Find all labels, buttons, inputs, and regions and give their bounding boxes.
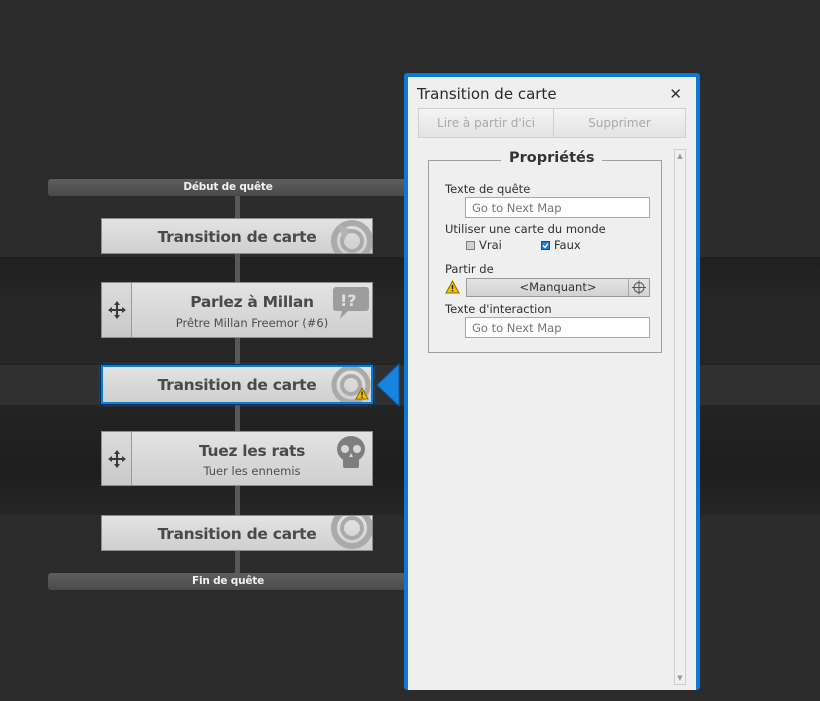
scroll-down-icon[interactable]: ▼ (675, 674, 685, 682)
move-icon (108, 301, 126, 319)
quest-node-kill[interactable]: Tuez les rats Tuer les ennemis (101, 431, 373, 486)
quest-start-bar: Début de quête (48, 179, 408, 196)
option-true-label: Vrai (479, 238, 502, 252)
scroll-up-icon[interactable]: ▲ (675, 152, 685, 160)
dialog-icon: !? (333, 287, 369, 319)
option-false-label: Faux (554, 238, 581, 252)
quest-text-label: Texte de quête (445, 182, 531, 196)
drag-handle[interactable] (102, 283, 132, 337)
quest-end-bar: Fin de quête (48, 573, 408, 590)
properties-group: Propriétés Texte de quête Utiliser une c… (428, 150, 662, 353)
quest-node-map-transition[interactable]: Transition de carte (101, 218, 373, 254)
quest-node-talk[interactable]: Parlez à Millan Prêtre Millan Freemor (#… (101, 282, 373, 338)
svg-text:!?: !? (340, 291, 357, 310)
properties-heading: Propriétés (501, 150, 603, 166)
properties-panel-body: Transition de carte ✕ Lire à partir d'ic… (408, 77, 696, 690)
crosshair-icon (632, 280, 646, 295)
properties-panel: Transition de carte ✕ Lire à partir d'ic… (404, 73, 700, 690)
warning-icon (355, 387, 369, 400)
interaction-text-label: Texte d'interaction (445, 302, 552, 316)
connector-line (235, 196, 240, 218)
start-from-value: <Manquant> (519, 280, 597, 294)
map-transition-icon (331, 220, 372, 253)
check-icon (542, 243, 549, 249)
quest-node-map-transition-selected[interactable]: Transition de carte (101, 365, 373, 404)
skull-icon (337, 436, 365, 468)
connector-line (235, 403, 240, 431)
target-picker-button[interactable] (628, 279, 649, 296)
close-icon[interactable]: ✕ (669, 85, 682, 103)
move-icon (108, 449, 126, 468)
world-map-label: Utiliser une carte du monde (445, 222, 606, 236)
warning-icon (445, 280, 460, 294)
delete-button[interactable]: Supprimer (553, 108, 686, 138)
drag-handle[interactable] (102, 432, 132, 485)
connector-line (235, 338, 240, 366)
connector-line (235, 254, 240, 282)
play-from-here-button[interactable]: Lire à partir d'ici (418, 108, 554, 138)
quest-node-map-transition[interactable]: Transition de carte (101, 515, 373, 551)
start-from-select[interactable]: <Manquant> (466, 278, 650, 297)
quest-text-input[interactable] (465, 197, 650, 218)
panel-scrollbar[interactable]: ▲ ▼ (674, 149, 686, 685)
start-from-label: Partir de (445, 262, 494, 276)
panel-title: Transition de carte (417, 85, 557, 103)
interaction-text-input[interactable] (465, 317, 650, 338)
world-map-false-checkbox[interactable] (541, 241, 550, 250)
world-map-true-checkbox[interactable] (466, 241, 475, 250)
connector-line (235, 486, 240, 515)
selection-arrow (376, 362, 400, 408)
connector-line (235, 551, 240, 574)
map-transition-icon (331, 516, 372, 549)
